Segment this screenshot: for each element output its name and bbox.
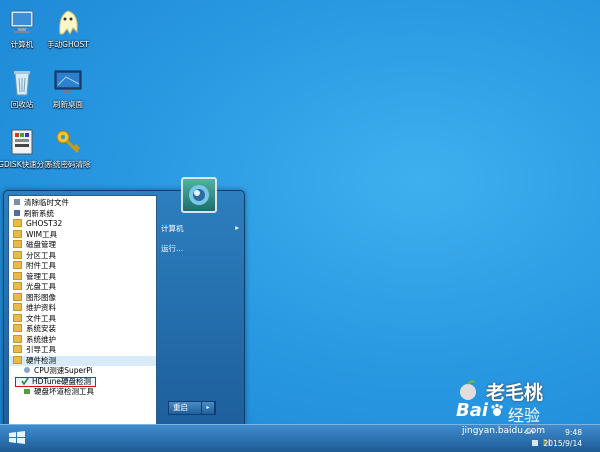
start-menu: 清除临时文件 刷新系统 GHOST32 WIM工具 磁盘管理 分区工具 附件工具…	[3, 177, 245, 426]
desktop-icon-ghost[interactable]: 手动GHOST	[38, 6, 98, 49]
watermark-brand: 老毛桃	[486, 382, 544, 404]
windows-logo-icon	[9, 431, 25, 444]
menu-item-hdtune[interactable]: HDTune硬盘检测	[15, 376, 96, 387]
folder-icon	[13, 355, 22, 364]
desktop-icon-refresh-desktop[interactable]: 刷新桌面	[38, 66, 98, 109]
desktop-icon-password-clear[interactable]: 系统密码清除	[38, 126, 98, 169]
menu-item-bad-sector-tool[interactable]: 硬盘坏道检测工具	[9, 387, 156, 398]
menu-item-hardware-detect[interactable]: 硬件检测	[9, 355, 156, 366]
disk-check-icon	[23, 387, 31, 395]
menu-item-refresh-system[interactable]: 刷新系统	[9, 209, 156, 220]
menu-item-system-install[interactable]: 系统安装	[9, 324, 156, 335]
menu-item-wim-tools[interactable]: WIM工具	[9, 229, 156, 241]
cpu-app-icon	[23, 366, 31, 374]
folder-icon	[13, 261, 22, 269]
monitor-icon	[52, 66, 84, 98]
folder-icon	[13, 303, 22, 311]
watermark-url: jingyan.baidu.com	[462, 426, 546, 436]
folder-icon	[13, 219, 22, 227]
desktop-icon-label: 系统密码清除	[45, 160, 91, 169]
checkmark-icon	[21, 377, 29, 385]
start-menu-computer[interactable]: 计算机 ▸	[161, 223, 239, 234]
menu-item-boot-tools[interactable]: 引导工具	[9, 345, 156, 356]
menu-item-clear-temp[interactable]: 清除临时文件	[9, 198, 156, 209]
start-menu-run[interactable]: 运行...	[161, 243, 183, 254]
menu-item-ghost32[interactable]: GHOST32	[9, 219, 156, 230]
folder-icon	[13, 250, 22, 259]
folder-icon	[13, 240, 22, 248]
watermark-baidu: Bai	[456, 400, 489, 421]
desktop-icon-label: 刷新桌面	[53, 100, 83, 109]
folder-icon	[13, 282, 22, 290]
peach-logo-icon	[460, 380, 476, 400]
baidu-jingyan-watermark: 老毛桃 Bai 经验	[456, 378, 576, 425]
computer-icon	[6, 6, 38, 38]
folder-icon	[13, 313, 22, 322]
folder-icon	[13, 229, 22, 238]
menu-item-system-maintenance[interactable]: 系统维护	[9, 334, 156, 346]
recycle-bin-icon	[6, 66, 38, 98]
chevron-right-icon: ▸	[235, 223, 239, 232]
menu-item-maintenance-docs[interactable]: 维护资料	[9, 303, 156, 314]
start-button[interactable]	[3, 427, 31, 449]
menu-item-admin-tools[interactable]: 管理工具	[9, 271, 156, 283]
menu-item-disk-management[interactable]: 磁盘管理	[9, 240, 156, 251]
menu-item-partition-tools[interactable]: 分区工具	[9, 250, 156, 262]
ghost-icon	[52, 6, 84, 38]
clock-date: 2015/9/14	[543, 439, 582, 448]
restart-options-button[interactable]: ▸	[201, 401, 215, 415]
menu-item-file-tools[interactable]: 文件工具	[9, 313, 156, 325]
broom-icon	[13, 198, 21, 206]
desktop-icon-label: 手动GHOST	[47, 40, 89, 49]
clock-time: 9:48	[565, 428, 582, 437]
disk-partition-icon	[6, 126, 38, 158]
folder-icon	[13, 345, 22, 353]
key-icon	[52, 126, 84, 158]
paw-icon	[491, 403, 503, 416]
clock[interactable]: 9:48 2015/9/14	[544, 427, 582, 449]
watermark-jingyan: 经验	[508, 406, 541, 425]
menu-item-cpu-superpi[interactable]: CPU测速SuperPi	[9, 366, 156, 377]
user-avatar	[181, 177, 217, 213]
folder-icon	[13, 271, 22, 280]
folder-icon	[13, 334, 22, 343]
menu-item-accessory-tools[interactable]: 附件工具	[9, 261, 156, 272]
start-menu-program-list: 清除临时文件 刷新系统 GHOST32 WIM工具 磁盘管理 分区工具 附件工具…	[8, 195, 157, 425]
menu-item-disc-tools[interactable]: 光盘工具	[9, 282, 156, 293]
refresh-icon	[13, 209, 21, 217]
menu-item-graphics[interactable]: 图形图像	[9, 292, 156, 304]
tray-network-icon[interactable]	[532, 440, 538, 446]
folder-icon	[13, 292, 22, 301]
folder-icon	[13, 324, 22, 332]
